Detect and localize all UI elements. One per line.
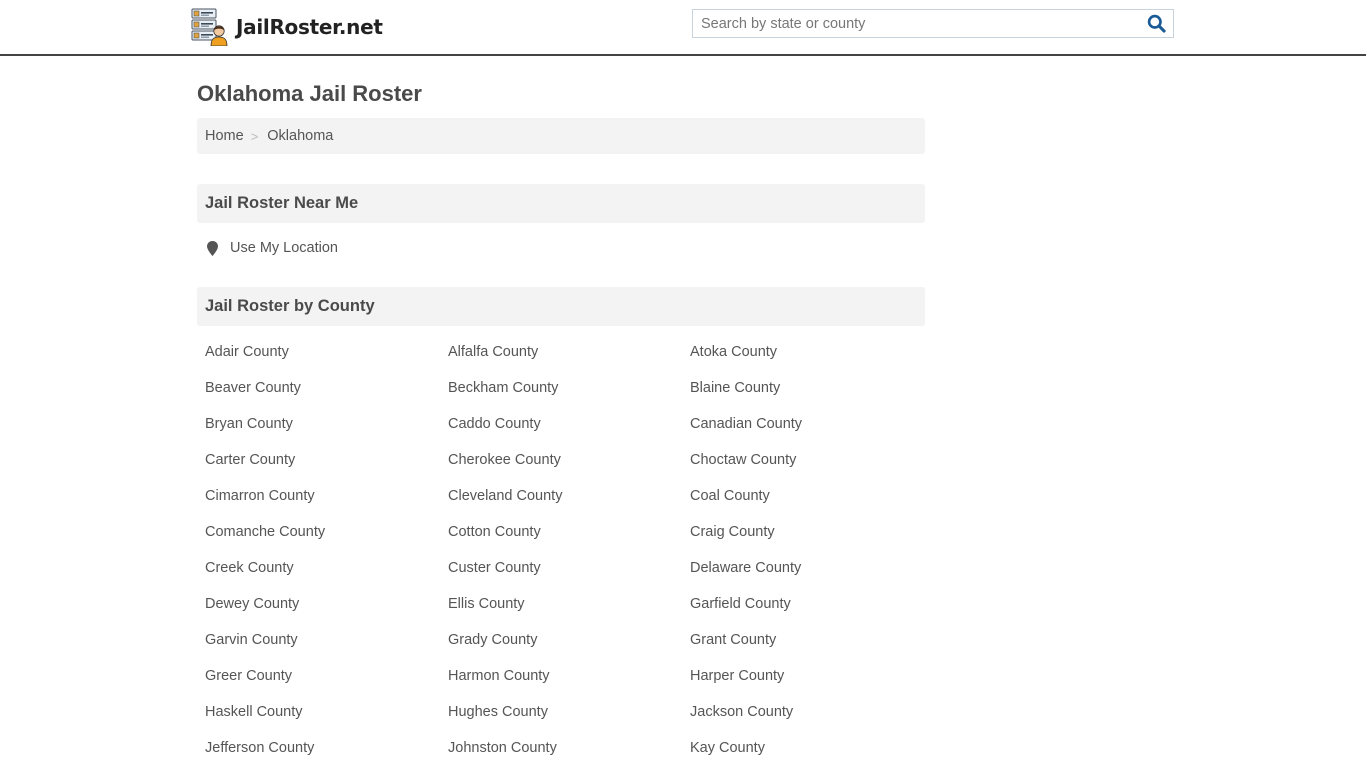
- county-link[interactable]: Atoka County: [690, 340, 933, 376]
- county-link[interactable]: Bryan County: [205, 412, 448, 448]
- near-me-heading: Jail Roster Near Me: [197, 184, 925, 223]
- breadcrumb-current: Oklahoma: [267, 128, 334, 144]
- use-my-location-link[interactable]: Use My Location: [207, 240, 338, 256]
- county-link[interactable]: Kay County: [690, 736, 933, 772]
- page-title: Oklahoma Jail Roster: [197, 81, 422, 106]
- county-link[interactable]: Cherokee County: [448, 448, 690, 484]
- breadcrumb-home[interactable]: Home: [205, 128, 244, 144]
- search-box: [692, 9, 1174, 38]
- county-link[interactable]: Caddo County: [448, 412, 690, 448]
- county-link[interactable]: Delaware County: [690, 556, 933, 592]
- site-header: JailRoster.net: [0, 0, 1366, 56]
- site-logo[interactable]: JailRoster.net: [191, 8, 383, 46]
- county-link[interactable]: Johnston County: [448, 736, 690, 772]
- county-link[interactable]: Greer County: [205, 664, 448, 700]
- county-link[interactable]: Jackson County: [690, 700, 933, 736]
- by-county-heading: Jail Roster by County: [197, 287, 925, 326]
- county-link[interactable]: Grant County: [690, 628, 933, 664]
- logo-text: JailRoster.net: [236, 15, 383, 39]
- county-link[interactable]: Garfield County: [690, 592, 933, 628]
- county-link[interactable]: Garvin County: [205, 628, 448, 664]
- county-link[interactable]: Craig County: [690, 520, 933, 556]
- county-list: Adair County Alfalfa County Atoka County…: [205, 340, 933, 772]
- county-link[interactable]: Harper County: [690, 664, 933, 700]
- county-link[interactable]: Cotton County: [448, 520, 690, 556]
- county-link[interactable]: Canadian County: [690, 412, 933, 448]
- county-link[interactable]: Hughes County: [448, 700, 690, 736]
- county-link[interactable]: Haskell County: [205, 700, 448, 736]
- county-link[interactable]: Blaine County: [690, 376, 933, 412]
- roster-list-person-icon: [191, 8, 228, 46]
- use-my-location-label: Use My Location: [230, 240, 338, 256]
- breadcrumb-separator: >: [250, 128, 259, 144]
- county-link[interactable]: Comanche County: [205, 520, 448, 556]
- county-link[interactable]: Alfalfa County: [448, 340, 690, 376]
- search-button[interactable]: [1139, 10, 1173, 37]
- county-link[interactable]: Coal County: [690, 484, 933, 520]
- county-link[interactable]: Harmon County: [448, 664, 690, 700]
- map-marker-icon: [207, 240, 218, 256]
- county-link[interactable]: Ellis County: [448, 592, 690, 628]
- county-link[interactable]: Carter County: [205, 448, 448, 484]
- breadcrumb: Home > Oklahoma: [197, 118, 925, 154]
- county-link[interactable]: Grady County: [448, 628, 690, 664]
- county-link[interactable]: Cimarron County: [205, 484, 448, 520]
- county-link[interactable]: Choctaw County: [690, 448, 933, 484]
- county-link[interactable]: Cleveland County: [448, 484, 690, 520]
- search-input[interactable]: [693, 10, 1139, 37]
- county-link[interactable]: Beckham County: [448, 376, 690, 412]
- search-icon: [1147, 14, 1166, 33]
- county-link[interactable]: Custer County: [448, 556, 690, 592]
- county-link[interactable]: Adair County: [205, 340, 448, 376]
- county-link[interactable]: Dewey County: [205, 592, 448, 628]
- county-link[interactable]: Jefferson County: [205, 736, 448, 772]
- county-link[interactable]: Beaver County: [205, 376, 448, 412]
- county-link[interactable]: Creek County: [205, 556, 448, 592]
